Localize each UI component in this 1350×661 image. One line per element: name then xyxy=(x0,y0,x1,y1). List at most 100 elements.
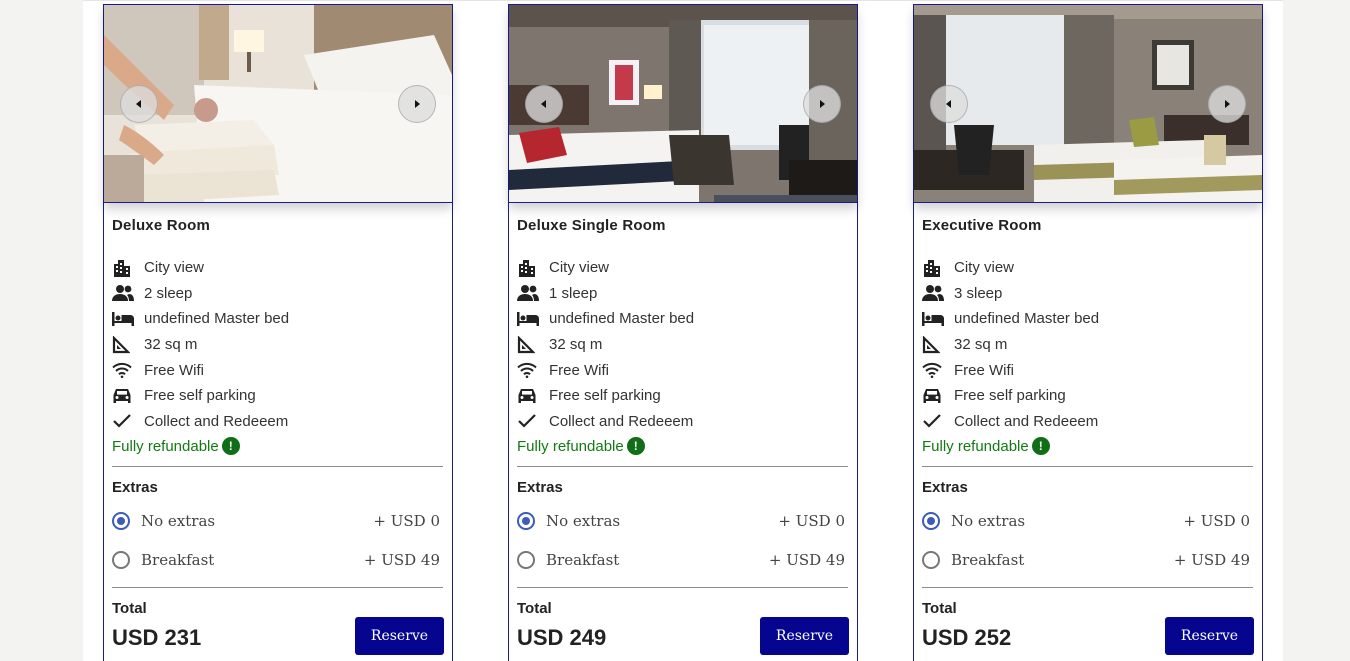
car-icon xyxy=(517,385,541,407)
feature-parking: Free self parking xyxy=(922,383,1099,409)
extra-option-no-extras[interactable]: No extras + USD 0 xyxy=(112,509,440,533)
radio-unselected[interactable] xyxy=(922,551,940,569)
feature-bed: undefined Master bed xyxy=(112,306,289,332)
next-photo-button[interactable] xyxy=(803,85,841,123)
refund-status: Fully refundable! xyxy=(112,437,240,455)
room-card-executive: Executive Room City view 3 sleep undefin… xyxy=(913,4,1263,661)
radio-unselected[interactable] xyxy=(112,551,130,569)
divider xyxy=(112,587,443,588)
feature-sleeps: 1 sleep xyxy=(517,281,694,307)
feature-bed: undefined Master bed xyxy=(517,306,694,332)
people-icon xyxy=(922,282,946,304)
feature-area: 32 sq m xyxy=(112,332,289,358)
extras-title: Extras xyxy=(517,479,563,496)
room-photo xyxy=(104,5,452,203)
area-icon xyxy=(112,334,136,356)
feature-collect: Collect and Redeeem xyxy=(112,409,289,435)
caret-left-icon xyxy=(136,100,141,108)
radio-unselected[interactable] xyxy=(517,551,535,569)
feature-wifi: Free Wifi xyxy=(517,357,694,383)
bed-icon xyxy=(517,308,541,330)
previous-photo-button[interactable] xyxy=(930,85,968,123)
divider xyxy=(517,466,848,467)
reserve-button[interactable]: Reserve xyxy=(1165,617,1254,655)
total-label: Total xyxy=(517,600,552,617)
extra-option-no-extras[interactable]: No extras + USD 0 xyxy=(922,509,1250,533)
previous-photo-button[interactable] xyxy=(120,85,158,123)
feature-parking: Free self parking xyxy=(517,383,694,409)
caret-left-icon xyxy=(541,100,546,108)
extra-option-breakfast[interactable]: Breakfast + USD 49 xyxy=(922,548,1250,572)
divider xyxy=(922,587,1253,588)
radio-selected[interactable] xyxy=(112,512,130,530)
room-features: City view 2 sleep undefined Master bed 3… xyxy=(112,255,289,434)
people-icon xyxy=(112,282,136,304)
total-price: USD 249 xyxy=(517,625,607,650)
next-photo-button[interactable] xyxy=(398,85,436,123)
room-card-deluxe-single: Deluxe Single Room City view 1 sleep und… xyxy=(508,4,858,661)
feature-view: City view xyxy=(517,255,694,281)
check-icon xyxy=(112,410,136,432)
exclamation-icon[interactable]: ! xyxy=(221,437,240,455)
extra-option-breakfast[interactable]: Breakfast + USD 49 xyxy=(517,548,845,572)
people-icon xyxy=(517,282,541,304)
city-icon xyxy=(112,257,136,279)
room-list-page: Deluxe Room City view 2 sleep undefined … xyxy=(83,0,1283,661)
car-icon xyxy=(922,385,946,407)
caret-right-icon xyxy=(820,100,825,108)
feature-collect: Collect and Redeeem xyxy=(922,409,1099,435)
room-features: City view 1 sleep undefined Master bed 3… xyxy=(517,255,694,434)
wifi-icon xyxy=(922,359,946,381)
total-price: USD 231 xyxy=(112,625,202,650)
divider xyxy=(112,466,443,467)
exclamation-icon[interactable]: ! xyxy=(626,437,645,455)
car-icon xyxy=(112,385,136,407)
room-card-deluxe: Deluxe Room City view 2 sleep undefined … xyxy=(103,4,453,661)
refund-status: Fully refundable! xyxy=(517,437,645,455)
room-photo xyxy=(914,5,1262,203)
room-title: Executive Room xyxy=(922,217,1042,234)
feature-area: 32 sq m xyxy=(922,332,1099,358)
feature-bed: undefined Master bed xyxy=(922,306,1099,332)
divider xyxy=(922,466,1253,467)
feature-wifi: Free Wifi xyxy=(922,357,1099,383)
room-features: City view 3 sleep undefined Master bed 3… xyxy=(922,255,1099,434)
feature-view: City view xyxy=(922,255,1099,281)
exclamation-icon[interactable]: ! xyxy=(1031,437,1050,455)
feature-sleeps: 2 sleep xyxy=(112,281,289,307)
radio-selected[interactable] xyxy=(517,512,535,530)
room-photo xyxy=(509,5,857,203)
next-photo-button[interactable] xyxy=(1208,85,1246,123)
city-icon xyxy=(922,257,946,279)
divider xyxy=(517,587,848,588)
check-icon xyxy=(922,410,946,432)
city-icon xyxy=(517,257,541,279)
caret-right-icon xyxy=(1225,100,1230,108)
reserve-button[interactable]: Reserve xyxy=(760,617,849,655)
total-label: Total xyxy=(922,600,957,617)
wifi-icon xyxy=(112,359,136,381)
area-icon xyxy=(517,334,541,356)
feature-wifi: Free Wifi xyxy=(112,357,289,383)
wifi-icon xyxy=(517,359,541,381)
room-title: Deluxe Room xyxy=(112,217,211,234)
room-title: Deluxe Single Room xyxy=(517,217,666,234)
radio-selected[interactable] xyxy=(922,512,940,530)
feature-sleeps: 3 sleep xyxy=(922,281,1099,307)
refund-status: Fully refundable! xyxy=(922,437,1050,455)
caret-left-icon xyxy=(946,100,951,108)
reserve-button[interactable]: Reserve xyxy=(355,617,444,655)
extras-title: Extras xyxy=(112,479,158,496)
previous-photo-button[interactable] xyxy=(525,85,563,123)
feature-collect: Collect and Redeeem xyxy=(517,409,694,435)
total-price: USD 252 xyxy=(922,625,1012,650)
bed-icon xyxy=(922,308,946,330)
feature-parking: Free self parking xyxy=(112,383,289,409)
extras-title: Extras xyxy=(922,479,968,496)
feature-view: City view xyxy=(112,255,289,281)
total-label: Total xyxy=(112,600,147,617)
extra-option-no-extras[interactable]: No extras + USD 0 xyxy=(517,509,845,533)
extra-option-breakfast[interactable]: Breakfast + USD 49 xyxy=(112,548,440,572)
area-icon xyxy=(922,334,946,356)
bed-icon xyxy=(112,308,136,330)
